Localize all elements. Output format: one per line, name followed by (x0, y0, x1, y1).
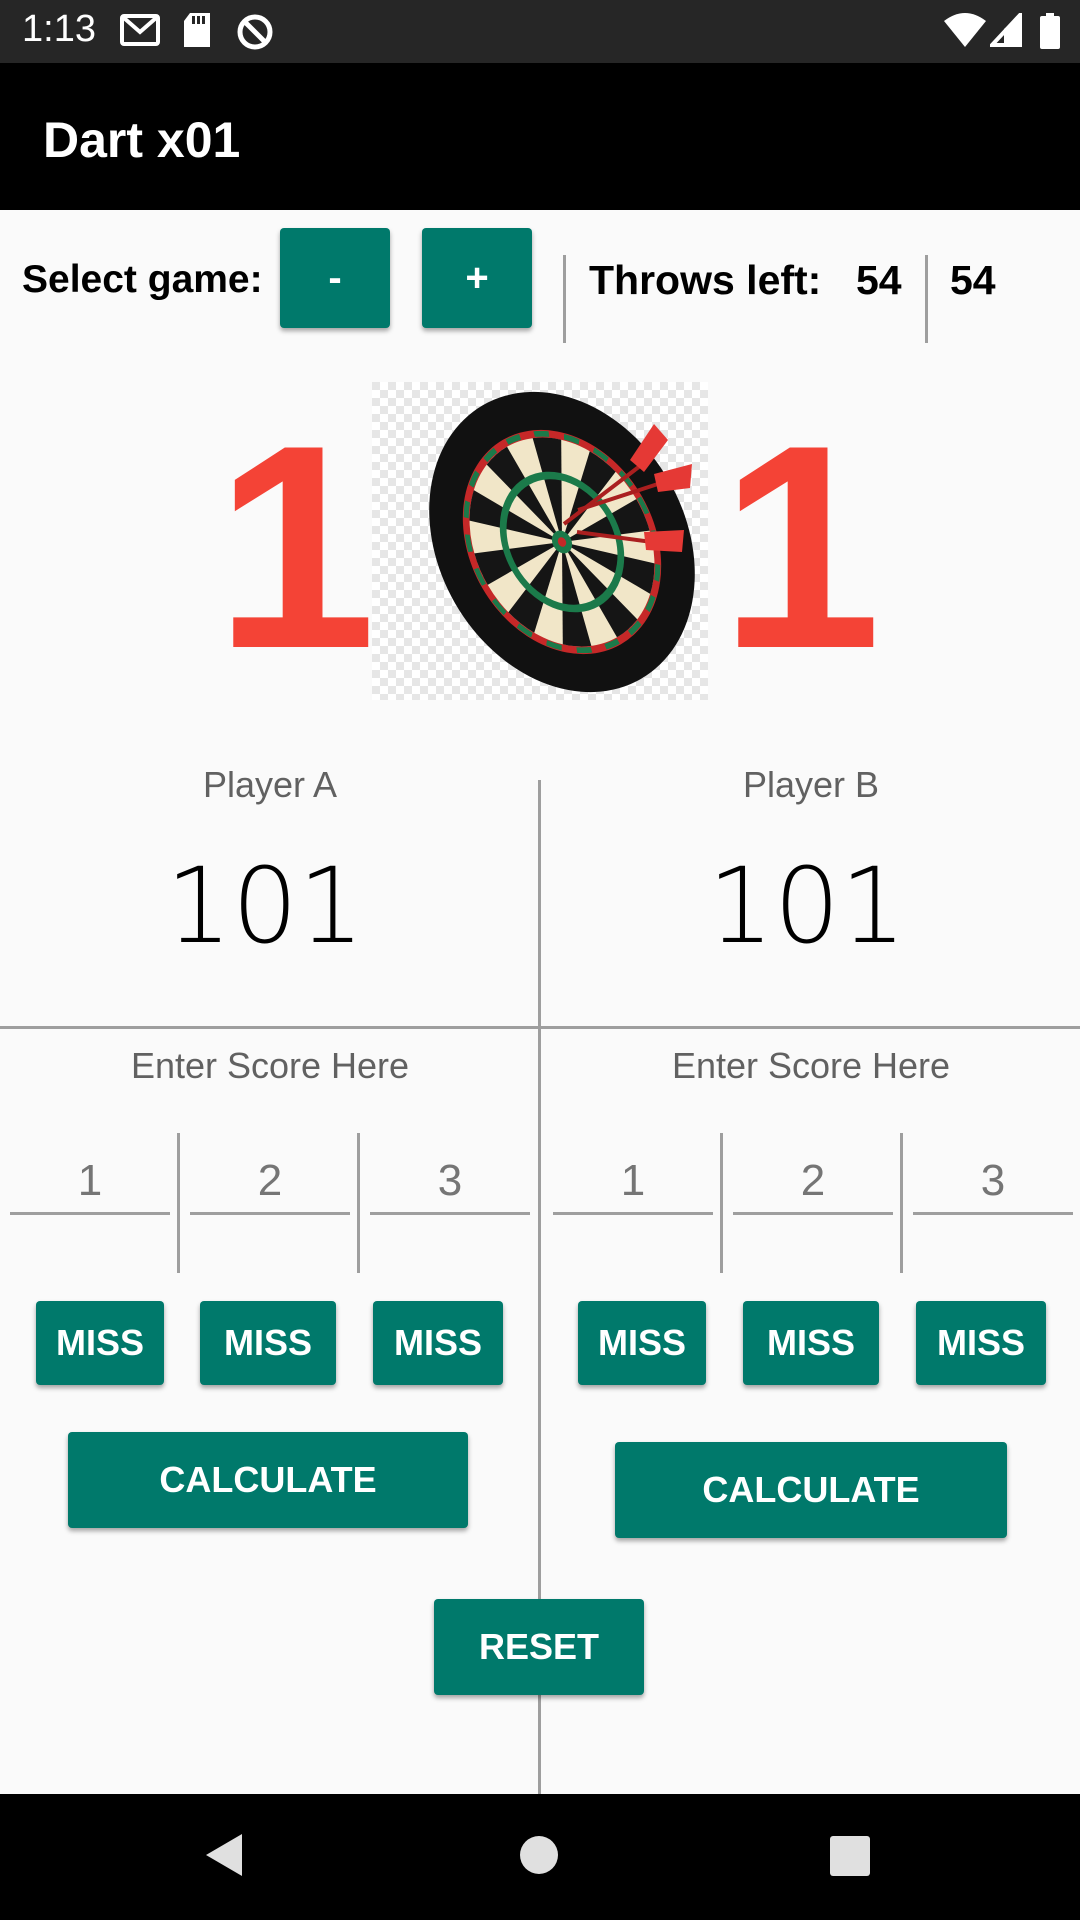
status-time: 1:13 (22, 8, 96, 50)
player-b-miss-3-button[interactable]: MISS (916, 1301, 1046, 1385)
data-saver-icon (237, 14, 273, 50)
navigation-bar (0, 1794, 1080, 1920)
divider (563, 255, 566, 343)
sd-card-icon (184, 13, 210, 47)
player-b-enter-score-label: Enter Score Here (671, 1045, 951, 1086)
gmail-icon (120, 14, 160, 46)
player-a-score: 101 (165, 845, 365, 967)
status-bar: 1:13 (0, 0, 1080, 63)
player-b-miss-1-button[interactable]: MISS (578, 1301, 706, 1385)
player-b-dart-3-input[interactable] (913, 1150, 1073, 1215)
divider (925, 255, 928, 343)
throws-left-player-b: 54 (950, 257, 996, 303)
dartboard-image (372, 382, 708, 700)
battery-icon (1040, 13, 1060, 49)
cellular-signal-icon (990, 13, 1022, 47)
player-a-name: Player A (202, 764, 338, 805)
divider (357, 1133, 360, 1273)
increase-game-button[interactable]: + (422, 228, 532, 328)
player-b-dart-1-input[interactable] (553, 1150, 713, 1215)
reset-button[interactable]: RESET (434, 1599, 644, 1695)
score-section-divider (0, 1026, 1080, 1029)
select-game-label: Select game: (22, 258, 263, 301)
player-b-name: Player B (742, 764, 880, 805)
back-icon[interactable] (204, 1832, 244, 1878)
divider (177, 1133, 180, 1273)
player-a-dart-2-input[interactable] (190, 1150, 350, 1215)
recents-icon[interactable] (830, 1836, 870, 1876)
player-a-miss-3-button[interactable]: MISS (373, 1301, 503, 1385)
player-b-legs: 1 (720, 385, 882, 709)
player-a-legs: 1 (215, 385, 377, 709)
decrease-game-button[interactable]: - (280, 228, 390, 328)
app-bar: Dart x01 (0, 63, 1080, 210)
player-a-miss-2-button[interactable]: MISS (200, 1301, 336, 1385)
divider (720, 1133, 723, 1273)
home-icon[interactable] (518, 1834, 560, 1876)
throws-left-player-a: 54 (856, 257, 902, 303)
throws-left-label: Throws left: (589, 257, 822, 303)
player-b-calculate-button[interactable]: CALCULATE (615, 1442, 1007, 1538)
divider (900, 1133, 903, 1273)
app-title: Dart x01 (43, 112, 241, 168)
player-a-dart-3-input[interactable] (370, 1150, 530, 1215)
player-a-calculate-button[interactable]: CALCULATE (68, 1432, 468, 1528)
wifi-icon (944, 13, 986, 47)
player-b-dart-2-input[interactable] (733, 1150, 893, 1215)
player-a-dart-1-input[interactable] (10, 1150, 170, 1215)
player-b-miss-2-button[interactable]: MISS (743, 1301, 879, 1385)
player-b-score: 101 (707, 845, 907, 967)
player-a-enter-score-label: Enter Score Here (130, 1045, 410, 1086)
player-a-miss-1-button[interactable]: MISS (36, 1301, 164, 1385)
